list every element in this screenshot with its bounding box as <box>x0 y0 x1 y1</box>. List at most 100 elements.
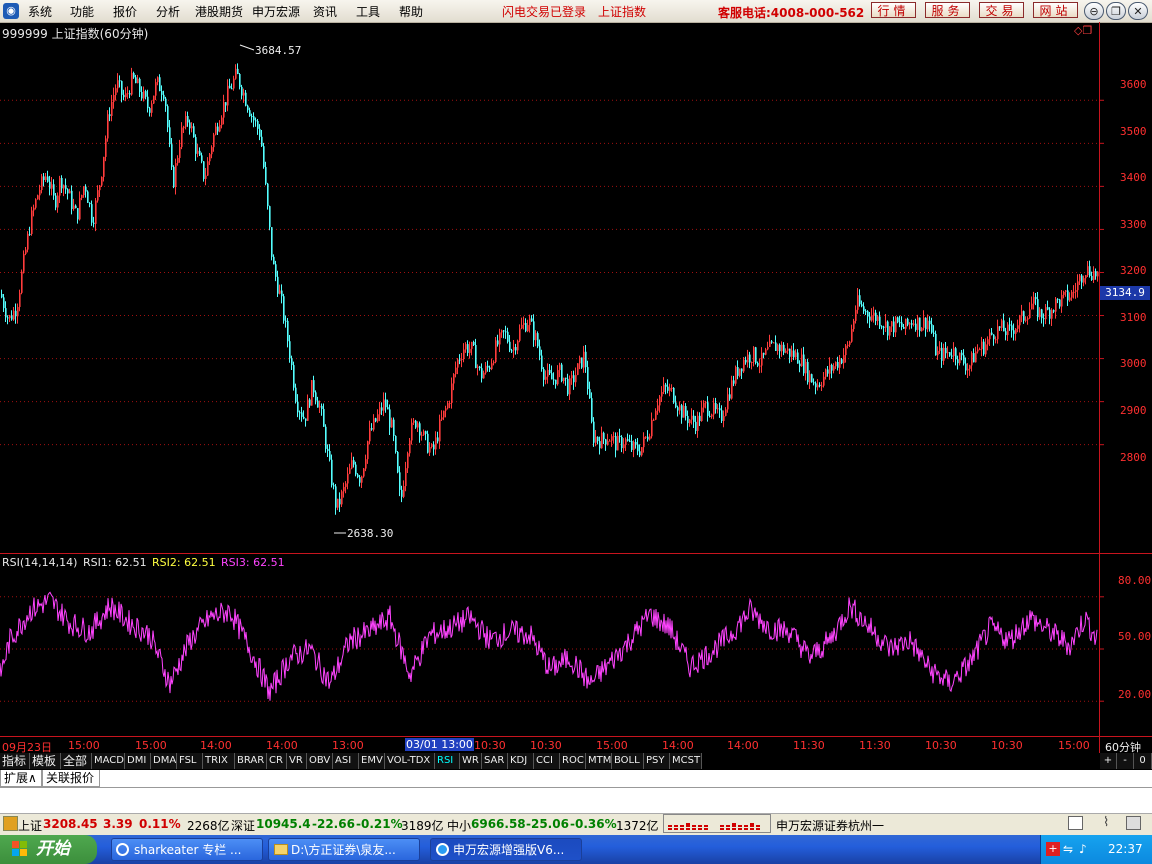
candle-body <box>371 428 373 430</box>
candle-body <box>217 126 219 132</box>
tab-mtm[interactable]: MTM <box>586 753 612 769</box>
tray-speaker-icon[interactable]: ♪ <box>1079 842 1087 856</box>
candle-body <box>543 369 545 380</box>
y-tick: 3300 <box>1120 218 1147 231</box>
tab-trix[interactable]: TRIX <box>203 753 235 769</box>
candle-body <box>619 435 621 437</box>
candle-body <box>679 405 681 411</box>
zoom-out-button[interactable]: - <box>1117 753 1134 769</box>
window-icon[interactable] <box>1068 816 1083 830</box>
zoom-in-button[interactable]: + <box>1100 753 1117 769</box>
candle-body <box>443 410 445 418</box>
lock2-icon[interactable] <box>1126 816 1141 830</box>
task-folder[interactable]: D:\方正证券\泉友... <box>268 838 420 861</box>
candle-body <box>153 95 155 104</box>
candle-body <box>961 352 963 356</box>
time-label: 14:00 <box>266 739 298 752</box>
candle-body <box>307 399 309 421</box>
candle-body <box>491 363 493 370</box>
tab-macd[interactable]: MACD <box>92 753 125 769</box>
candle-body <box>713 402 715 415</box>
time-label: 11:30 <box>793 739 825 752</box>
tab-cci[interactable]: CCI <box>534 753 560 769</box>
signal-icon[interactable]: ⌇ <box>1103 815 1109 830</box>
sz-change: -22.66 <box>312 817 355 831</box>
start-button[interactable]: 开始 <box>0 835 97 864</box>
tab-mcst[interactable]: MCST <box>670 753 702 769</box>
tab-sar[interactable]: SAR <box>482 753 508 769</box>
candle-body <box>431 444 433 448</box>
candle-body <box>309 399 311 406</box>
tray-network-icon[interactable]: ⇋ <box>1063 842 1073 856</box>
candle-body <box>137 78 139 84</box>
tab-vr[interactable]: VR <box>287 753 307 769</box>
tab-fsl[interactable]: FSL <box>177 753 203 769</box>
candle-body <box>347 473 349 484</box>
candle-body <box>239 74 241 87</box>
candle-body <box>339 498 341 505</box>
tab-related-quotes[interactable]: 关联报价 <box>42 770 100 787</box>
candle-body <box>591 398 593 422</box>
candle-body <box>1063 291 1065 295</box>
candle-body <box>573 375 575 383</box>
candle-body <box>1 294 3 298</box>
cursor-time-label: 03/01 13:00 <box>405 738 474 751</box>
candle-body <box>279 290 281 294</box>
task-label: D:\方正证券\泉友... <box>291 843 396 857</box>
tab-emv[interactable]: EMV <box>359 753 385 769</box>
tab-psy[interactable]: PSY <box>644 753 670 769</box>
tab-obv[interactable]: OBV <box>307 753 333 769</box>
tab-vol-tdx[interactable]: VOL-TDX <box>385 753 435 769</box>
candle-body <box>857 295 859 310</box>
candle-body <box>743 359 745 372</box>
task-browser[interactable]: sharkeater 专栏 ... <box>111 838 263 861</box>
candle-body <box>675 402 677 408</box>
tab-template[interactable]: 模板 <box>30 753 61 769</box>
tab-dma[interactable]: DMA <box>151 753 177 769</box>
candle-body <box>69 190 71 194</box>
candle-body <box>911 323 913 325</box>
candle-body <box>979 349 981 351</box>
tab-indicator[interactable]: 指标 <box>0 753 30 769</box>
tab-extend[interactable]: 扩展∧ <box>0 770 42 787</box>
candle-body <box>353 460 355 465</box>
candle-body <box>1045 307 1047 320</box>
candle-body <box>1061 294 1063 307</box>
tab-dmi[interactable]: DMI <box>125 753 151 769</box>
tab-all[interactable]: 全部 <box>61 753 92 769</box>
candle-body <box>269 206 271 228</box>
tab-kdj[interactable]: KDJ <box>508 753 534 769</box>
price-chart[interactable] <box>0 0 1152 753</box>
candle-body <box>131 72 133 95</box>
tab-cr[interactable]: CR <box>267 753 287 769</box>
candle-body <box>905 318 907 329</box>
candle-body <box>149 108 151 113</box>
tab-asi[interactable]: ASI <box>333 753 359 769</box>
tab-wr[interactable]: WR <box>460 753 482 769</box>
tab-brar[interactable]: BRAR <box>235 753 267 769</box>
tab-boll[interactable]: BOLL <box>612 753 644 769</box>
candle-body <box>67 189 69 194</box>
candle-body <box>825 369 827 377</box>
rsi-line <box>0 591 1098 701</box>
candle-body <box>257 120 259 129</box>
candle-body <box>515 347 517 351</box>
candle-body <box>827 369 829 374</box>
candle-body <box>601 432 603 449</box>
candle-body <box>1093 271 1095 280</box>
candle-body <box>383 399 385 411</box>
lock-icon[interactable] <box>3 816 18 831</box>
chart-options-icon[interactable]: ◇❐ <box>1074 24 1092 37</box>
tab-roc[interactable]: ROC <box>560 753 586 769</box>
candle-body <box>723 415 725 421</box>
tray-antivirus-icon[interactable]: + <box>1046 842 1060 856</box>
candle-body <box>783 344 785 353</box>
candle-body <box>927 320 929 330</box>
extension-panel <box>0 788 1152 813</box>
task-trading-app[interactable]: 申万宏源增强版V6... <box>430 838 582 861</box>
reset-button[interactable]: 0 <box>1134 753 1152 769</box>
tab-rsi[interactable]: RSI <box>435 753 460 769</box>
candle-body <box>765 349 767 355</box>
candle-body <box>539 346 541 356</box>
candle-body <box>527 325 529 332</box>
